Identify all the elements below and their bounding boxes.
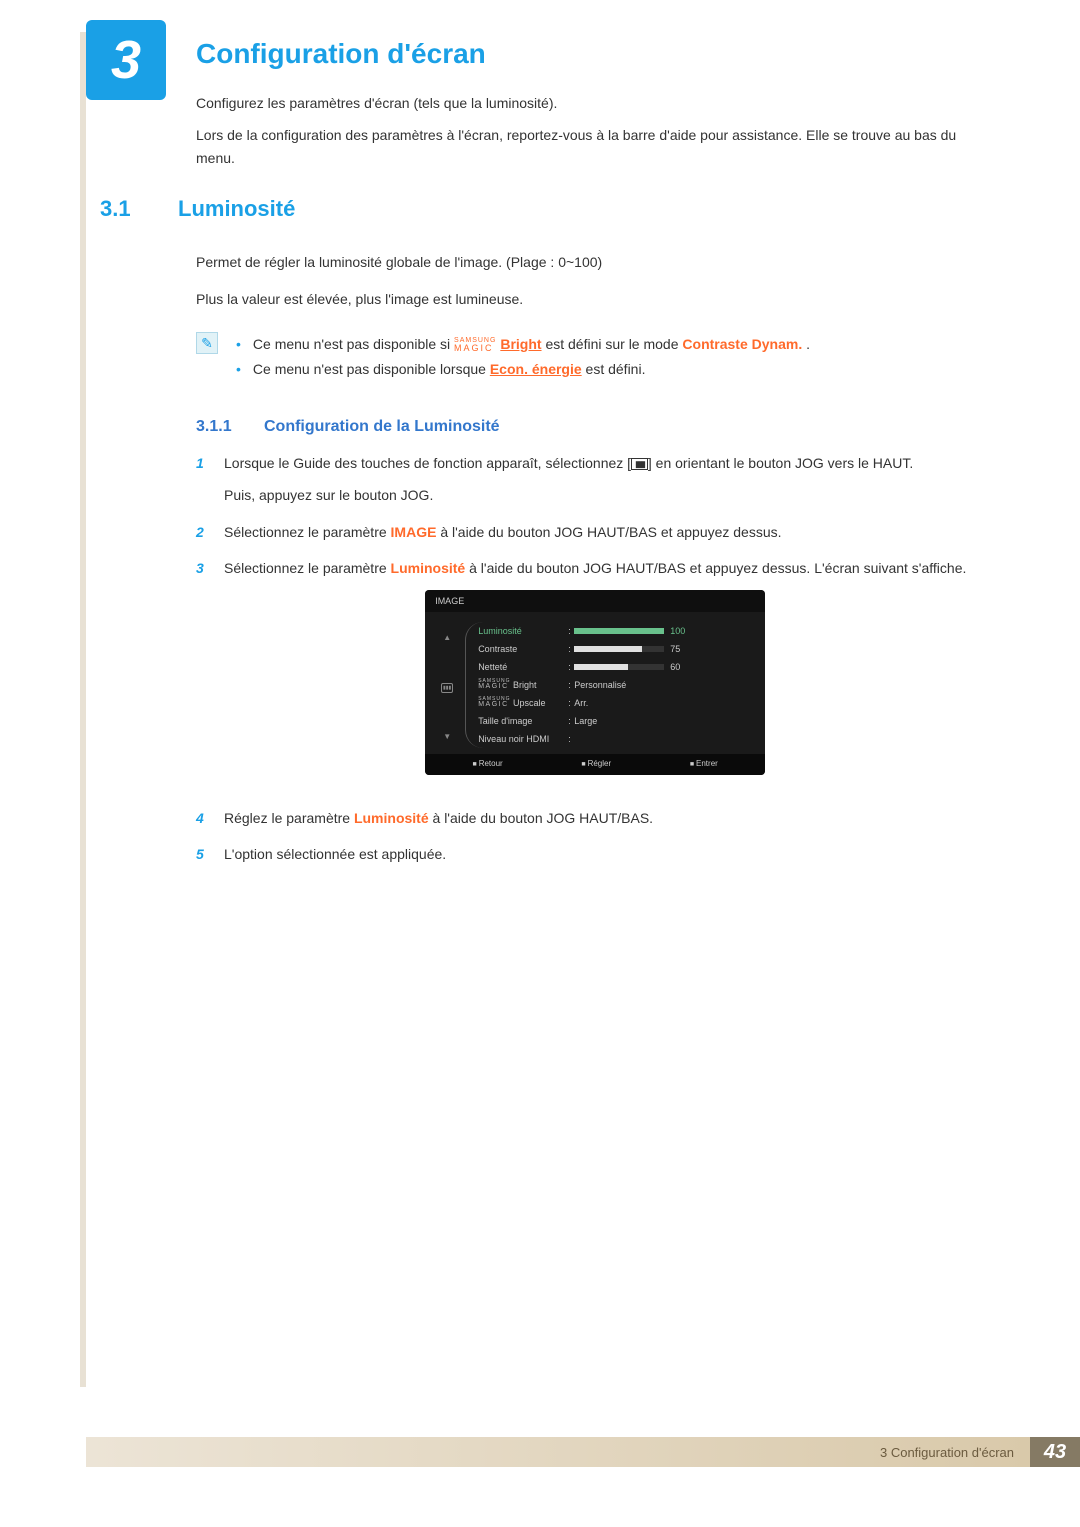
osd-screenshot: IMAGE ▲ ▮▮▮ ▼ Luminosité:100Contraste:75… — [425, 590, 765, 775]
osd-nav: ▲ ▮▮▮ ▼ — [439, 622, 455, 748]
step-4: 4 Réglez le paramètre Luminosité à l'aid… — [196, 807, 990, 829]
note1-a: Ce menu n'est pas disponible si — [253, 336, 454, 352]
note-icon: ✎ — [196, 332, 218, 354]
slider-bar — [574, 664, 664, 670]
section-number: 3.1 — [100, 196, 131, 222]
osd-back: Retour — [473, 758, 503, 771]
note-list: • Ce menu n'est pas disponible si SAMSUN… — [236, 332, 990, 382]
luminosite-keyword: Luminosité — [354, 810, 429, 826]
step1-c: Puis, appuyez sur le bouton JOG. — [224, 484, 913, 506]
slider-bar — [574, 646, 664, 652]
left-decor-bar — [80, 32, 86, 1387]
slider-value: 100 — [670, 624, 685, 638]
step4-b: à l'aide du bouton JOG HAUT/BAS. — [429, 810, 653, 826]
chapter-badge: 3 — [86, 20, 166, 100]
section-body: Permet de régler la luminosité globale d… — [196, 250, 990, 312]
page-footer: 3 Configuration d'écran 43 — [86, 1437, 1080, 1467]
osd-row: SAMSUNGMAGIC Upscale:Arr. — [478, 694, 751, 712]
step-3: 3 Sélectionnez le paramètre Luminosité à… — [196, 557, 990, 793]
bright-link[interactable]: Bright — [500, 336, 541, 352]
osd-row: Contraste:75 — [478, 640, 751, 658]
slider-bar — [574, 628, 664, 634]
contraste-dynam: Contraste Dynam. — [682, 336, 802, 352]
osd-footer: Retour Régler Entrer — [425, 754, 765, 775]
samsung-magic-logo: SAMSUNGMAGIC — [454, 338, 496, 354]
step-5: 5 L'option sélectionnée est appliquée. — [196, 843, 990, 865]
step-number: 3 — [196, 557, 210, 793]
note2-a: Ce menu n'est pas disponible lorsque — [253, 361, 490, 377]
slider-value: 60 — [670, 660, 680, 674]
colon: : — [568, 732, 574, 746]
note-block: ✎ • Ce menu n'est pas disponible si SAMS… — [196, 332, 990, 382]
osd-adjust: Régler — [581, 758, 611, 771]
step3-a: Sélectionnez le paramètre — [224, 560, 391, 576]
image-keyword: IMAGE — [391, 524, 437, 540]
osd-label: SAMSUNGMAGIC Upscale — [478, 696, 568, 710]
note-item-2: • Ce menu n'est pas disponible lorsque E… — [236, 357, 990, 382]
note-item-1: • Ce menu n'est pas disponible si SAMSUN… — [236, 332, 990, 357]
osd-value: 100 — [574, 624, 751, 638]
step-1: 1 Lorsque le Guide des touches de foncti… — [196, 452, 990, 507]
osd-label: Netteté — [478, 660, 568, 674]
luminosite-keyword: Luminosité — [391, 560, 466, 576]
econ-energie-link[interactable]: Econ. énergie — [490, 361, 582, 377]
osd-row: Niveau noir HDMI: — [478, 730, 751, 748]
osd-value: 75 — [574, 642, 751, 656]
osd-value: Arr. — [574, 696, 751, 710]
osd-row: Taille d'image:Large — [478, 712, 751, 730]
note2-b: est défini. — [586, 361, 646, 377]
step-number: 1 — [196, 452, 210, 507]
intro-block: Configurez les paramètres d'écran (tels … — [196, 92, 990, 169]
step-number: 4 — [196, 807, 210, 829]
step1-b: ] en orientant le bouton JOG vers le HAU… — [648, 455, 913, 471]
step2-a: Sélectionnez le paramètre — [224, 524, 391, 540]
subsection-number: 3.1.1 — [196, 418, 232, 436]
osd-menu-list: Luminosité:100Contraste:75Netteté:60SAMS… — [465, 622, 751, 748]
osd-label: Niveau noir HDMI — [478, 732, 568, 746]
osd-value: 60 — [574, 660, 751, 674]
intro-p2: Lors de la configuration des paramètres … — [196, 124, 990, 169]
nav-box-icon: ▮▮▮ — [441, 683, 453, 693]
menu-icon: ▮▮▮ — [631, 458, 648, 470]
osd-header: IMAGE — [425, 590, 765, 612]
intro-p1: Configurez les paramètres d'écran (tels … — [196, 92, 990, 114]
bullet-icon: • — [236, 357, 241, 382]
osd-label: Luminosité — [478, 624, 568, 638]
note1-c: . — [806, 336, 810, 352]
osd-label: Contraste — [478, 642, 568, 656]
step3-b: à l'aide du bouton JOG HAUT/BAS et appuy… — [465, 560, 966, 576]
note1-b: est défini sur le mode — [545, 336, 682, 352]
step5: L'option sélectionnée est appliquée. — [224, 843, 446, 865]
down-arrow-icon: ▼ — [443, 731, 451, 744]
section-p1: Permet de régler la luminosité globale d… — [196, 250, 990, 275]
osd-value: Personnalisé — [574, 678, 751, 692]
osd-value: Large — [574, 714, 751, 728]
footer-label: 3 Configuration d'écran — [86, 1437, 1030, 1467]
osd-row: SAMSUNGMAGIC Bright:Personnalisé — [478, 676, 751, 694]
step2-b: à l'aide du bouton JOG HAUT/BAS et appuy… — [436, 524, 781, 540]
subsection-title: Configuration de la Luminosité — [264, 418, 500, 436]
osd-row: Netteté:60 — [478, 658, 751, 676]
section-title: Luminosité — [178, 196, 295, 222]
step1-a: Lorsque le Guide des touches de fonction… — [224, 455, 631, 471]
osd-row: Luminosité:100 — [478, 622, 751, 640]
up-arrow-icon: ▲ — [443, 632, 451, 645]
section-p2: Plus la valeur est élevée, plus l'image … — [196, 287, 990, 312]
steps-list: 1 Lorsque le Guide des touches de foncti… — [196, 452, 990, 880]
step-2: 2 Sélectionnez le paramètre IMAGE à l'ai… — [196, 521, 990, 543]
step-number: 5 — [196, 843, 210, 865]
osd-label: SAMSUNGMAGIC Bright — [478, 678, 568, 692]
page-number: 43 — [1030, 1437, 1080, 1467]
step-number: 2 — [196, 521, 210, 543]
osd-enter: Entrer — [690, 758, 718, 771]
step4-a: Réglez le paramètre — [224, 810, 354, 826]
slider-value: 75 — [670, 642, 680, 656]
bullet-icon: • — [236, 332, 241, 357]
osd-label: Taille d'image — [478, 714, 568, 728]
chapter-number: 3 — [111, 29, 141, 91]
chapter-title: Configuration d'écran — [196, 38, 486, 70]
